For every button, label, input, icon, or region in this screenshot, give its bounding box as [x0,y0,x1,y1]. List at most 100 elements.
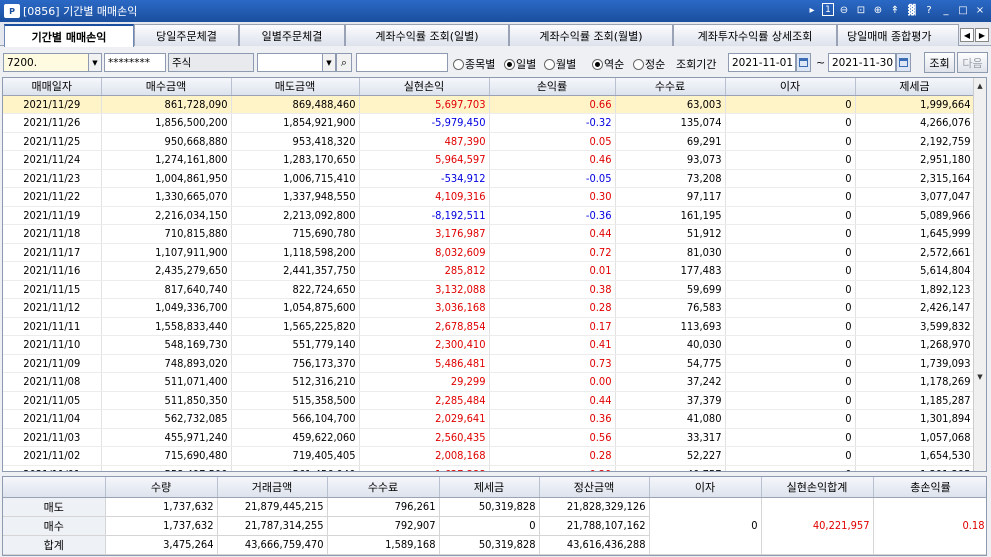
close-icon[interactable]: × [973,3,987,18]
help-icon[interactable]: ? [922,3,936,18]
tab-today-order-execution[interactable]: 당일주문체결 [134,24,239,46]
table-row[interactable]: 2021/11/18 710,815,880 715,690,780 3,176,98… [3,224,975,244]
table-row[interactable]: 2021/11/05 511,850,350 515,358,500 2,285,48… [3,391,975,410]
pin-icon[interactable]: ↟ [888,3,902,18]
cell-realized-pnl: 2,008,168 [359,446,490,466]
cell-interest: 0 [725,335,856,355]
tab-account-investment-detail[interactable]: 계좌투자수익률 상세조회 [673,24,837,46]
cell-realized-pnl: 5,964,597 [359,150,490,170]
cell-buy-amount: 1,107,911,900 [101,243,232,262]
cell-fee: 177,483 [615,261,726,281]
calendar-to-icon[interactable] [896,53,911,72]
table-row[interactable]: 2021/11/15 817,640,740 822,724,650 3,132,08… [3,280,975,299]
tab-daily-order-execution[interactable]: 일별주문체결 [239,24,345,46]
excel-export-icon[interactable]: ▓ [905,3,919,18]
cell-pnl-rate: 0.44 [489,224,616,244]
table-row[interactable]: 2021/11/25 950,668,880 953,418,320 487,390 0… [3,132,975,151]
cell-realized-pnl: 3,132,088 [359,280,490,299]
cell-sell-amount: 561,456,940 [231,465,360,471]
tab-scroll-right-icon[interactable]: ▶ [975,28,989,42]
maximize-icon[interactable]: □ [956,3,970,18]
radio-asc[interactable]: 정순 [633,56,665,72]
date-from-input[interactable]: 2021-11-01 [728,53,796,72]
table-row[interactable]: 2021/11/26 1,856,500,200 1,854,921,900 -5,9… [3,113,975,133]
tab-account-return-monthly[interactable]: 계좌수익률 조회(월별) [509,24,673,46]
table-row[interactable]: 2021/11/19 2,216,034,150 2,213,092,800 -8,1… [3,206,975,225]
vertical-scrollbar[interactable]: ▲ ▼ [973,78,986,471]
radio-monthly[interactable]: 월별 [544,56,576,72]
cell-pnl-rate: 0.38 [489,280,616,299]
calendar-from-icon[interactable] [796,53,811,72]
cell-interest: 0 [725,428,856,447]
date-to-input[interactable]: 2021-11-30 [828,53,896,72]
table-row[interactable]: 2021/11/16 2,435,279,650 2,441,357,750 285,… [3,261,975,281]
radio-daily[interactable]: 일별 [504,56,536,72]
table-row[interactable]: 2021/11/17 1,107,911,900 1,118,598,200 8,03… [3,243,975,262]
table-row[interactable]: 2021/11/02 715,690,480 719,405,405 2,008,16… [3,446,975,466]
table-row[interactable]: 2021/11/04 562,732,085 566,104,700 2,029,64… [3,409,975,429]
table-row[interactable]: 2021/11/10 548,169,730 551,779,140 2,300,41… [3,335,975,355]
col-fee[interactable]: 수수료 [615,78,726,96]
query-button[interactable]: 조회 [924,52,955,73]
next-button[interactable]: 다음 [957,52,988,73]
cell-realized-pnl: 2,300,410 [359,335,490,355]
zoom-out-icon[interactable]: ⊖ [837,3,851,18]
cell-fee: 54,775 [615,354,726,373]
minimize-icon[interactable]: _ [939,3,953,18]
cell-pnl-rate: 0.36 [489,409,616,429]
col-tax[interactable]: 제세금 [855,78,975,96]
col-interest[interactable]: 이자 [725,78,856,96]
cell-buy-amount: 950,668,880 [101,132,232,151]
fit-screen-icon[interactable]: ⊡ [854,3,868,18]
table-row[interactable]: 2021/11/12 1,049,336,700 1,054,875,600 3,03… [3,298,975,318]
password-input[interactable]: ******** [104,53,166,72]
cell-fee: 93,073 [615,150,726,170]
cell-realized-pnl: 487,390 [359,132,490,151]
cell-tax: 2,572,661 [855,243,975,262]
radio-desc[interactable]: 역순 [592,56,624,72]
cell-tax: 1,645,999 [855,224,975,244]
zoom-in-icon[interactable]: ⊕ [871,3,885,18]
table-row[interactable]: 2021/11/09 748,893,020 756,173,370 5,486,48… [3,354,975,373]
col-trade-date[interactable]: 매매일자 [3,78,102,96]
radio-on-icon [592,58,603,70]
tab-today-trading-summary[interactable]: 당일매매 종합평가 [837,24,959,46]
cell-sell-amount: 1,565,225,820 [231,317,360,336]
cell-interest: 0 [725,206,856,225]
cell-interest: 0 [725,150,856,170]
table-row[interactable]: 2021/11/22 1,330,665,070 1,337,948,550 4,10… [3,187,975,207]
col-sell-amount[interactable]: 매도금액 [231,78,360,96]
link-arrow-icon[interactable]: ▸ [805,3,819,18]
cell-buy-amount: 455,971,240 [101,428,232,447]
col-pnl-rate[interactable]: 손익률 [489,78,616,96]
account-dropdown-icon[interactable]: ▼ [88,53,102,72]
app-logo-icon: P [4,4,20,18]
scroll-down-icon[interactable]: ▼ [974,370,986,383]
cell-realized-pnl: -534,912 [359,169,490,188]
stock-search-icon[interactable]: ⌕ [336,53,352,72]
table-row[interactable]: 2021/11/24 1,274,161,800 1,283,170,650 5,96… [3,150,975,170]
cell-interest: 0 [725,280,856,299]
trading-pnl-grid[interactable]: 매매일자 매수금액 매도금액 실현손익 손익률 수수료 이자 제세금 2021/… [2,77,987,472]
col-realized-pnl[interactable]: 실현손익 [359,78,490,96]
cell-tax: 3,599,832 [855,317,975,336]
screen-number-icon[interactable]: 1 [822,3,834,16]
radio-by-stock[interactable]: 종목별 [453,56,495,72]
table-row[interactable]: 2021/11/11 1,558,833,440 1,565,225,820 2,67… [3,317,975,336]
table-row[interactable]: 2021/11/08 511,071,400 512,316,210 29,299 0.… [3,372,975,392]
summary-interest-value: 0 [649,497,762,555]
table-row[interactable]: 2021/11/23 1,004,861,950 1,006,715,410 -534… [3,169,975,188]
summary-col-realized-total: 실현손익합계 [761,477,874,498]
tab-scroll-left-icon[interactable]: ◀ [960,28,974,42]
scroll-up-icon[interactable]: ▲ [974,79,986,92]
tab-period-trading-pnl[interactable]: 기간별 매매손익 [4,24,134,47]
table-row[interactable]: 2021/11/29 861,728,090 869,488,460 5,697,70… [3,95,975,114]
stock-code-dropdown-icon[interactable]: ▼ [322,53,336,72]
cell-buy-amount: 548,169,730 [101,335,232,355]
stock-code-input[interactable] [257,53,323,72]
account-number-input[interactable]: 7200. [3,53,89,72]
table-row[interactable]: 2021/11/01558,497,500561,456,9401,627,38… [3,465,975,471]
tab-account-return-daily[interactable]: 계좌수익률 조회(일별) [345,24,509,46]
table-row[interactable]: 2021/11/03 455,971,240 459,622,060 2,560,43… [3,428,975,447]
col-buy-amount[interactable]: 매수금액 [101,78,232,96]
